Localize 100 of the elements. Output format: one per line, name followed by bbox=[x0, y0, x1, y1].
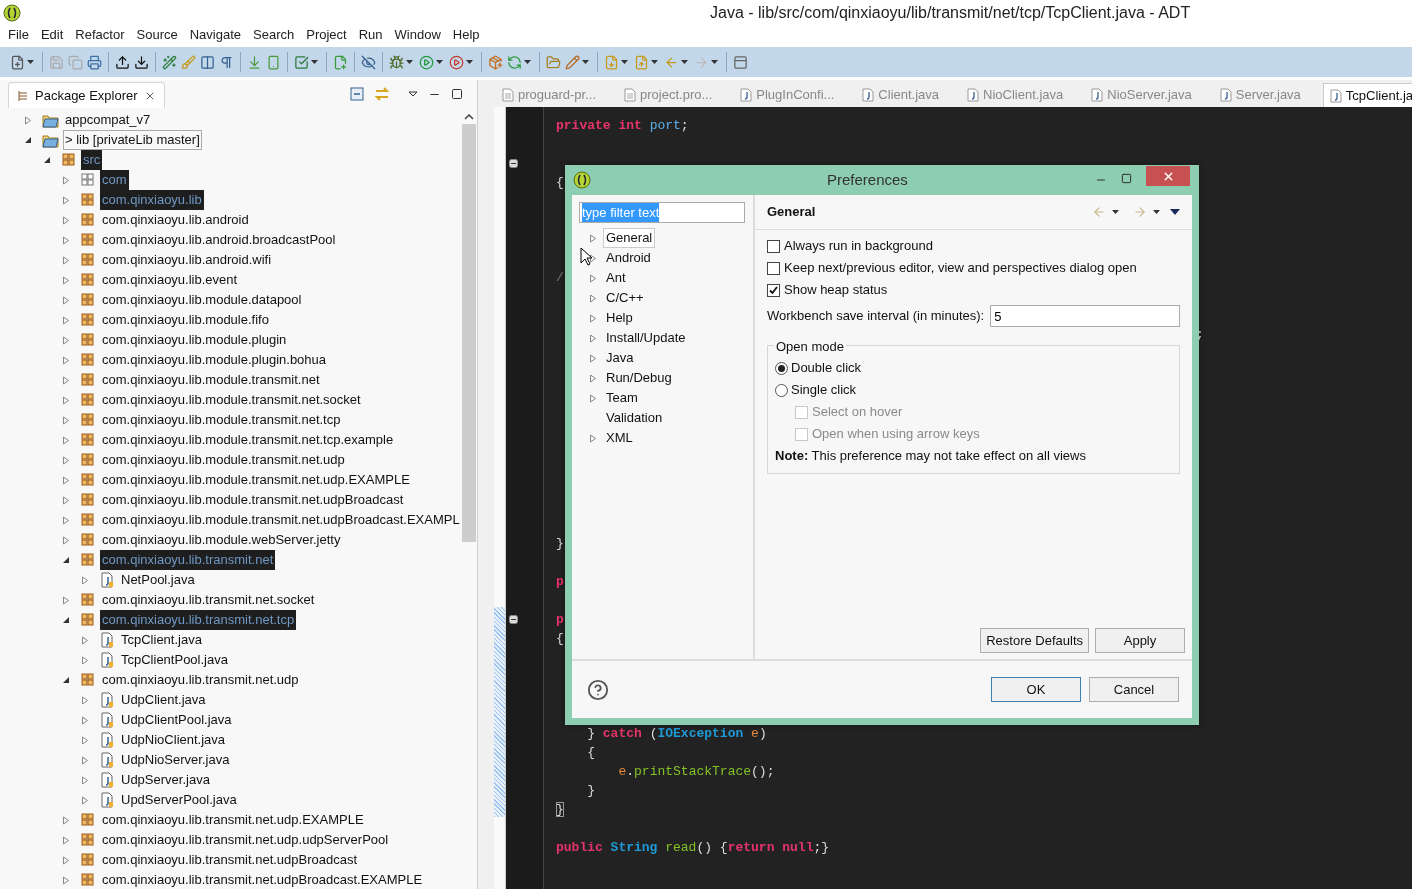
tree-item[interactable]: com.qinxiaoyu.lib.transmit.net.socket bbox=[100, 590, 317, 610]
tree-item[interactable]: com.qinxiaoyu.lib.transmit.net bbox=[100, 550, 276, 570]
menu-item[interactable]: Search bbox=[248, 25, 300, 45]
tree-item[interactable]: com.qinxiaoyu.lib.module.plugin.bohua bbox=[100, 350, 329, 370]
checkbox[interactable] bbox=[767, 283, 780, 297]
tree-item[interactable]: UdpNioServer.java bbox=[119, 750, 232, 770]
tree-item[interactable]: com.qinxiaoyu.lib.transmit.net.udpBroadcast.EXAMPLE bbox=[100, 870, 425, 889]
folder-icon[interactable] bbox=[546, 54, 561, 70]
bug-icon[interactable] bbox=[389, 54, 404, 70]
tree-item[interactable]: src bbox=[81, 150, 103, 170]
preference-category[interactable]: Install/Update bbox=[603, 328, 689, 348]
preference-category[interactable]: Team bbox=[603, 388, 641, 408]
run-tool-icon[interactable] bbox=[449, 54, 464, 70]
tree-item[interactable]: com.qinxiaoyu.lib.module.transmit.net.udpBroadcast bbox=[100, 490, 406, 510]
caret-icon[interactable] bbox=[466, 60, 473, 64]
preference-category[interactable]: XML bbox=[603, 428, 636, 448]
collapse-all-icon[interactable] bbox=[350, 87, 364, 101]
page-button[interactable]: Restore Defaults bbox=[980, 628, 1089, 653]
tree-item[interactable]: appcompat_v7 bbox=[63, 110, 153, 130]
menu-caret-icon[interactable] bbox=[1170, 209, 1180, 215]
menu-item[interactable]: Project bbox=[301, 25, 352, 45]
upload-icon[interactable] bbox=[115, 54, 130, 70]
tree-item[interactable]: TcpClient.java bbox=[119, 630, 204, 650]
tree-item[interactable]: com.qinxiaoyu.lib.module.transmit.net.udpBroadcast.EXAMPL bbox=[100, 510, 462, 530]
view-menu-icon[interactable] bbox=[408, 91, 418, 97]
menu-item[interactable]: Refactor bbox=[70, 25, 130, 45]
columns-icon[interactable] bbox=[200, 54, 215, 70]
tree-item[interactable]: com bbox=[100, 170, 129, 190]
preference-category[interactable]: General bbox=[603, 228, 656, 248]
close-button[interactable] bbox=[1146, 166, 1190, 186]
tree-item[interactable]: com.qinxiaoyu.lib.transmit.net.udp.udpServerPool bbox=[100, 830, 391, 850]
tree-item[interactable]: > lib [privateLib master] bbox=[63, 130, 202, 150]
tree-item[interactable]: com.qinxiaoyu.lib.module.datapool bbox=[100, 290, 304, 310]
expanded-arrow-icon[interactable] bbox=[43, 156, 51, 164]
menu-item[interactable]: Source bbox=[131, 25, 183, 45]
menu-item[interactable]: Run bbox=[353, 25, 388, 45]
wand-icon[interactable] bbox=[162, 54, 177, 70]
tree-item[interactable]: com.qinxiaoyu.lib.module.transmit.net bbox=[100, 370, 322, 390]
caret-icon[interactable] bbox=[1153, 210, 1160, 214]
expanded-arrow-icon[interactable] bbox=[62, 556, 70, 564]
preference-category[interactable]: Java bbox=[603, 348, 637, 368]
tree-item[interactable]: NetPool.java bbox=[119, 570, 197, 590]
maximize-icon[interactable] bbox=[451, 88, 463, 100]
dialog-button[interactable]: Cancel bbox=[1089, 677, 1179, 702]
expanded-arrow-icon[interactable] bbox=[62, 616, 70, 624]
maximize-icon[interactable] bbox=[1121, 173, 1132, 184]
caret-icon[interactable] bbox=[681, 60, 688, 64]
preference-category[interactable]: C/C++ bbox=[603, 288, 647, 308]
page-button[interactable]: Apply bbox=[1095, 628, 1185, 653]
scroll-up-icon[interactable] bbox=[463, 114, 474, 120]
tree-item[interactable]: com.qinxiaoyu.lib.module.fifo bbox=[100, 310, 271, 330]
tree-item[interactable]: UdpNioClient.java bbox=[119, 730, 228, 750]
fold-icon[interactable] bbox=[508, 615, 518, 624]
caret-icon[interactable] bbox=[406, 60, 413, 64]
caret-icon[interactable] bbox=[436, 60, 443, 64]
tree-item[interactable]: com.qinxiaoyu.lib.module.webServer.jetty bbox=[100, 530, 343, 550]
expanded-arrow-icon[interactable] bbox=[62, 676, 70, 684]
hidden-icon[interactable] bbox=[361, 54, 376, 70]
download-icon[interactable] bbox=[134, 54, 149, 70]
tree-item[interactable]: com.qinxiaoyu.lib.module.plugin bbox=[100, 330, 289, 350]
caret-icon[interactable] bbox=[524, 60, 531, 64]
checkbox[interactable] bbox=[767, 239, 780, 253]
pin-icon[interactable] bbox=[733, 54, 748, 70]
tree-item[interactable]: UdpClientPool.java bbox=[119, 710, 234, 730]
tree-item[interactable]: UdpClient.java bbox=[119, 690, 208, 710]
caret-icon[interactable] bbox=[582, 60, 589, 64]
tree-item[interactable]: com.qinxiaoyu.lib.event bbox=[100, 270, 240, 290]
tree-item[interactable]: com.qinxiaoyu.lib bbox=[100, 190, 204, 210]
tree-item[interactable]: UpdServerPool.java bbox=[119, 790, 239, 810]
preference-category[interactable]: Validation bbox=[603, 408, 666, 428]
caret-icon[interactable] bbox=[651, 60, 658, 64]
new-file-icon[interactable] bbox=[10, 54, 25, 70]
tree-item[interactable]: com.qinxiaoyu.lib.module.transmit.net.udp.EXAMPLE bbox=[100, 470, 412, 490]
caret-icon[interactable] bbox=[1112, 210, 1119, 214]
new-package-icon[interactable] bbox=[488, 54, 503, 70]
tree-item[interactable]: com.qinxiaoyu.lib.android bbox=[100, 210, 251, 230]
preference-category[interactable]: Run/Debug bbox=[603, 368, 675, 388]
tree-item[interactable]: com.qinxiaoyu.lib.transmit.net.udp bbox=[100, 670, 301, 690]
caret-icon[interactable] bbox=[27, 60, 34, 64]
menu-item[interactable]: Help bbox=[447, 25, 485, 45]
tree-item[interactable]: com.qinxiaoyu.lib.transmit.net.tcp bbox=[100, 610, 297, 630]
radio-button[interactable] bbox=[775, 361, 788, 375]
print-icon[interactable] bbox=[87, 54, 102, 70]
link-arrows-icon[interactable] bbox=[374, 87, 390, 101]
new-class-icon[interactable] bbox=[333, 54, 348, 70]
menu-item[interactable]: Navigate bbox=[184, 25, 246, 45]
preference-category[interactable]: Ant bbox=[603, 268, 629, 288]
tree-item[interactable]: com.qinxiaoyu.lib.android.wifi bbox=[100, 250, 274, 270]
tree-item[interactable]: com.qinxiaoyu.lib.module.transmit.net.udp bbox=[100, 450, 347, 470]
caret-icon[interactable] bbox=[621, 60, 628, 64]
help-icon[interactable] bbox=[587, 678, 609, 701]
android-download-icon[interactable] bbox=[247, 54, 262, 70]
tree-item[interactable]: com.qinxiaoyu.lib.transmit.net.udp.EXAMPLE bbox=[100, 810, 366, 830]
tree-item[interactable]: com.qinxiaoyu.lib.module.transmit.net.socket bbox=[100, 390, 363, 410]
phone-icon[interactable] bbox=[266, 54, 281, 70]
view-tab[interactable]: Package Explorer bbox=[8, 82, 165, 108]
tree-item[interactable]: com.qinxiaoyu.lib.module.transmit.net.tcp.example bbox=[100, 430, 396, 450]
menu-item[interactable]: Window bbox=[389, 25, 446, 45]
tree-item[interactable]: TcpClientPool.java bbox=[119, 650, 230, 670]
tree-item[interactable]: com.qinxiaoyu.lib.android.broadcastPool bbox=[100, 230, 338, 250]
